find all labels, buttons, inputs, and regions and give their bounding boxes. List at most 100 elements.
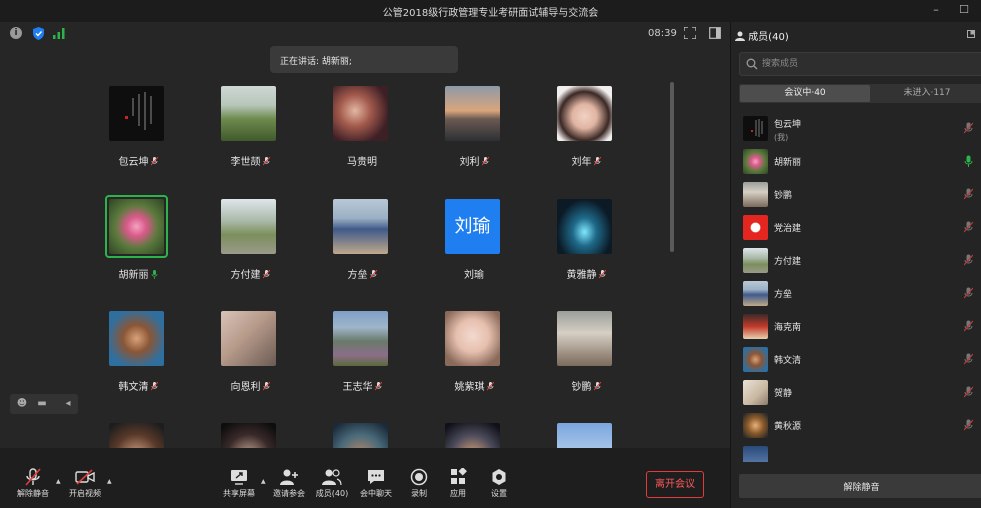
- participant-name: 刘年: [536, 153, 636, 168]
- title-bar: 公管2018级行政管理专业考研面试辅导与交流会 – ☐: [0, 0, 981, 22]
- participant-tile[interactable]: 黄雅静: [536, 199, 636, 309]
- fullscreen-icon[interactable]: [684, 27, 696, 39]
- avatar: [743, 248, 768, 273]
- search-icon: [746, 58, 758, 70]
- mic-muted-icon[interactable]: [964, 353, 973, 365]
- participant-tile[interactable]: 王志华: [312, 311, 412, 421]
- mic-muted-icon: [481, 157, 489, 166]
- tab-in-meeting[interactable]: 会议中·40: [740, 85, 870, 102]
- participant-tile[interactable]: 马贵明: [312, 86, 412, 196]
- member-self-tag: (我): [774, 133, 789, 142]
- member-row[interactable]: 包云坤 (我): [731, 112, 981, 145]
- collapse-icon[interactable]: ◂: [62, 398, 74, 410]
- avatar: [333, 199, 388, 254]
- emoji-icon[interactable]: ☻: [16, 398, 28, 410]
- participant-tile[interactable]: 向恩利: [200, 311, 300, 421]
- mic-muted-icon[interactable]: [964, 122, 973, 134]
- member-row[interactable]: 黄秋源: [731, 409, 981, 442]
- member-search: [739, 52, 981, 76]
- unmute-all-button[interactable]: 解除静音: [739, 474, 981, 498]
- mic-muted-icon[interactable]: [964, 320, 973, 332]
- participant-tile[interactable]: 包云坤: [88, 86, 188, 196]
- participant-name: 向恩利: [200, 378, 300, 393]
- start-video-button[interactable]: 开启视频: [55, 468, 115, 502]
- member-row[interactable]: 贺静: [731, 376, 981, 409]
- mic-active-icon[interactable]: [964, 155, 973, 167]
- member-name: 方付建: [774, 257, 802, 267]
- info-icon[interactable]: i: [10, 27, 22, 39]
- avatar: [743, 446, 768, 462]
- participant-tile[interactable]: 姚紫琪: [424, 311, 524, 421]
- mic-muted-icon: [593, 157, 601, 166]
- avatar: [743, 215, 768, 240]
- member-name: 钞鹏: [774, 191, 793, 201]
- chat-bubble-icon[interactable]: ▬: [36, 398, 48, 410]
- avatar: [743, 413, 768, 438]
- grid-scrollbar[interactable]: [670, 82, 674, 252]
- member-name: 贺静: [774, 389, 793, 399]
- participant-tile[interactable]: 方付建: [200, 199, 300, 309]
- participant-name: 包云坤: [88, 153, 188, 168]
- mic-muted-icon[interactable]: [964, 254, 973, 266]
- member-row[interactable]: 方付建: [731, 244, 981, 277]
- popout-icon[interactable]: [967, 30, 975, 38]
- mic-muted-icon[interactable]: [964, 221, 973, 233]
- mic-muted-icon: [593, 382, 601, 391]
- avatar: [105, 195, 168, 258]
- avatar: [743, 281, 768, 306]
- mic-muted-icon[interactable]: [964, 188, 973, 200]
- member-row[interactable]: 海克南: [731, 310, 981, 343]
- mic-muted-icon[interactable]: [964, 419, 973, 431]
- participant-name: 钞鹏: [536, 378, 636, 393]
- participant-tile[interactable]: 钞鹏: [536, 311, 636, 421]
- participant-tile[interactable]: 刘瑜 刘瑜: [424, 199, 524, 309]
- mic-muted-icon: [262, 270, 270, 279]
- start-video-label: 开启视频: [69, 489, 101, 498]
- avatar: [445, 311, 500, 366]
- avatar: [743, 182, 768, 207]
- mic-muted-icon: [150, 157, 158, 166]
- leave-meeting-button[interactable]: 离开会议: [646, 471, 704, 498]
- member-name: 胡新丽: [774, 158, 802, 168]
- participant-name: 刘利: [424, 153, 524, 168]
- member-row[interactable]: 胡新丽: [731, 145, 981, 178]
- meeting-clock: 08:39: [648, 28, 677, 39]
- mic-muted-icon[interactable]: [964, 386, 973, 398]
- participant-tile[interactable]: 刘利: [424, 86, 524, 196]
- avatar: [743, 380, 768, 405]
- member-row[interactable]: [731, 442, 981, 462]
- member-row[interactable]: 韩文清: [731, 343, 981, 376]
- member-name: 方垒: [774, 290, 793, 300]
- avatar: [557, 311, 612, 366]
- participant-tile[interactable]: 韩文清: [88, 311, 188, 421]
- member-name: 包云坤: [774, 120, 802, 130]
- minimize-button[interactable]: –: [928, 2, 944, 18]
- member-search-input[interactable]: [762, 56, 962, 72]
- member-name: 海克南: [774, 323, 802, 333]
- avatar: [743, 149, 768, 174]
- video-options-caret[interactable]: ▲: [107, 478, 113, 485]
- participant-name: 马贵明: [347, 157, 377, 168]
- member-row[interactable]: 党治建: [731, 211, 981, 244]
- participant-tile[interactable]: 刘年: [536, 86, 636, 196]
- avatar: [557, 199, 612, 254]
- participant-tile-speaking[interactable]: 胡新丽: [88, 195, 188, 309]
- members-panel-title: 成员(40): [748, 32, 789, 43]
- participant-tile[interactable]: 李世颉: [200, 86, 300, 196]
- settings-button[interactable]: 设置: [469, 468, 529, 502]
- mic-muted-icon[interactable]: [964, 287, 973, 299]
- gear-icon: [492, 469, 506, 485]
- unmute-button[interactable]: 解除静音: [3, 468, 63, 502]
- member-tabs: 会议中·40 未进入·117: [739, 84, 981, 103]
- mic-muted-icon: [262, 382, 270, 391]
- member-row[interactable]: 方垒: [731, 277, 981, 310]
- mic-muted-icon: [262, 157, 270, 166]
- sidebar-toggle-icon[interactable]: [709, 27, 721, 39]
- member-row[interactable]: 钞鹏: [731, 178, 981, 211]
- tab-not-joined[interactable]: 未进入·117: [871, 84, 981, 103]
- maximize-button[interactable]: ☐: [956, 2, 972, 18]
- participant-tile[interactable]: 方垒: [312, 199, 412, 309]
- shield-icon[interactable]: [33, 27, 44, 40]
- video-off-icon: [75, 469, 95, 485]
- signal-icon[interactable]: [53, 28, 65, 39]
